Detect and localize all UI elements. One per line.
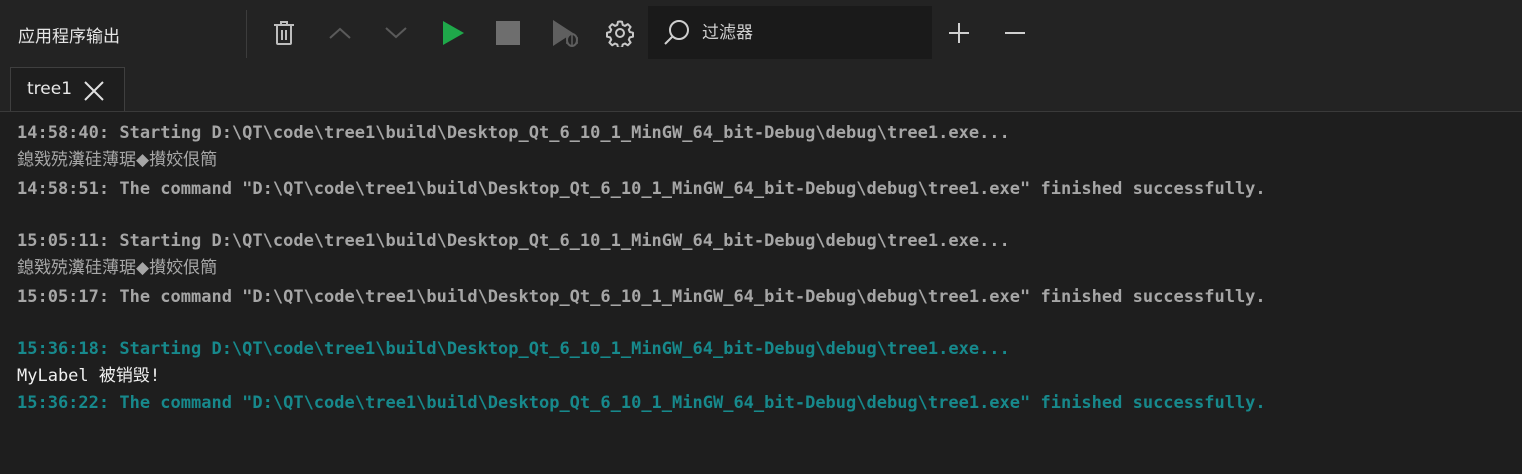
close-icon[interactable] (83, 80, 105, 102)
output-pane[interactable]: 14:58:40: Starting D:\QT\code\tree1\buil… (0, 112, 1522, 474)
filter-input[interactable] (700, 16, 924, 50)
stop-icon (496, 21, 520, 45)
stop-button[interactable] (488, 13, 528, 53)
output-toolbar: 应用程序输出 (0, 0, 1522, 67)
next-match-button[interactable] (376, 13, 416, 53)
output-line: 15:36:22: The command "D:\QT\code\tree1\… (17, 393, 1266, 413)
output-line: 14:58:51: The command "D:\QT\code\tree1\… (17, 179, 1266, 199)
clear-output-button[interactable] (264, 13, 304, 53)
tab-tree1[interactable]: tree1 (10, 67, 125, 111)
tab-bar: tree1 (0, 66, 1522, 112)
gear-icon (606, 20, 634, 47)
debug-run-icon (553, 20, 578, 47)
output-line: MyLabel 被销毁! (17, 366, 161, 386)
output-line: 15:05:11: Starting D:\QT\code\tree1\buil… (17, 231, 1010, 251)
trash-icon (274, 21, 294, 45)
search-icon (664, 20, 689, 45)
previous-match-button[interactable] (320, 13, 360, 53)
panel-title: 应用程序输出 (18, 27, 120, 47)
output-line: 15:05:17: The command "D:\QT\code\tree1\… (17, 287, 1266, 307)
zoom-out-button[interactable] (995, 13, 1035, 53)
settings-button[interactable] (600, 13, 640, 53)
output-line: 15:36:18: Starting D:\QT\code\tree1\buil… (17, 339, 1010, 359)
zoom-in-button[interactable] (939, 13, 979, 53)
output-line: 鎴戣殑瀵硅薄琚◆攅姣佷簡 (17, 150, 218, 170)
play-icon (443, 21, 464, 45)
toolbar-divider (246, 10, 247, 58)
chevron-down-icon (385, 27, 407, 39)
output-line: 14:58:40: Starting D:\QT\code\tree1\buil… (17, 123, 1010, 143)
output-line: 鎴戣殑瀵硅薄琚◆攅姣佷簡 (17, 258, 218, 278)
tab-label: tree1 (27, 79, 73, 99)
filter-box (648, 6, 932, 59)
attach-debugger-button[interactable] (545, 13, 585, 53)
run-button[interactable] (433, 13, 473, 53)
plus-icon (949, 23, 969, 43)
minus-icon (1005, 32, 1025, 34)
chevron-up-icon (329, 27, 351, 39)
